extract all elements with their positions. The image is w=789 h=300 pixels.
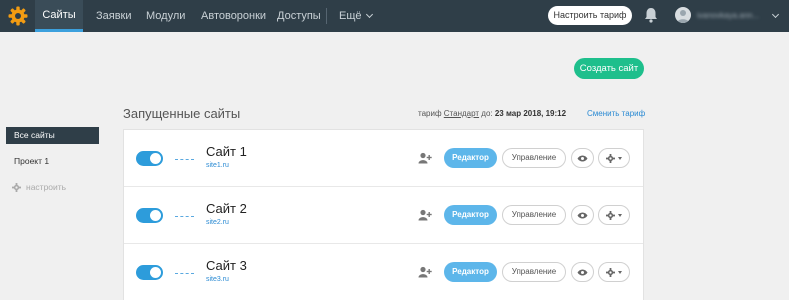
sidebar-item-project[interactable]: Проект 1 <box>14 156 49 166</box>
site-enabled-toggle[interactable] <box>136 265 163 280</box>
tariff-until-label: до: <box>481 109 493 118</box>
eye-icon <box>577 155 588 161</box>
chevron-down-icon[interactable] <box>771 10 780 19</box>
editor-button[interactable]: Редактор <box>444 148 497 168</box>
page-title: Запущенные сайты <box>123 106 241 121</box>
nav-tab-more[interactable]: Ещё <box>339 0 373 32</box>
site-name[interactable]: Сайт 3 <box>206 258 247 273</box>
site-dash-divider <box>175 216 194 217</box>
manage-button[interactable]: Управление <box>502 205 566 225</box>
site-settings-dropdown[interactable] <box>598 205 630 225</box>
tariff-label: тариф <box>418 109 442 118</box>
site-domain-link[interactable]: site1.ru <box>206 162 229 169</box>
tariff-date: 23 мар 2018, 19:12 <box>494 109 567 118</box>
site-dash-divider <box>175 273 194 274</box>
eye-icon <box>577 269 588 275</box>
site-name[interactable]: Сайт 2 <box>206 201 247 216</box>
caret-down-icon <box>618 213 622 217</box>
site-domain-link[interactable]: site2.ru <box>206 219 229 226</box>
preview-button[interactable] <box>571 262 594 282</box>
sites-list: Сайт 1 site1.ru Редактор Управление Сайт… <box>123 129 644 300</box>
site-settings-dropdown[interactable] <box>598 262 630 282</box>
add-user-icon[interactable] <box>418 209 432 221</box>
user-name[interactable]: ivanovkaya.ann... <box>697 0 759 32</box>
gear-icon <box>606 210 615 220</box>
preview-button[interactable] <box>571 205 594 225</box>
site-domain-link[interactable]: site3.ru <box>206 276 229 283</box>
gear-icon <box>12 182 21 192</box>
sidebar-item-all-sites[interactable]: Все сайты <box>6 127 99 144</box>
site-row: Сайт 2 site2.ru Редактор Управление <box>124 187 643 244</box>
nav-tab-label: Модули <box>146 10 186 22</box>
tariff-name-link[interactable]: Стандарт <box>444 109 479 118</box>
nav-tab-label: Автоворонки <box>201 10 267 22</box>
change-tariff-link[interactable]: Сменить тариф <box>587 109 645 118</box>
create-site-button[interactable]: Создать сайт <box>574 58 644 79</box>
gear-icon <box>606 267 615 277</box>
nav-tab-label: Доступы <box>277 10 321 22</box>
eye-icon <box>577 212 588 218</box>
nav-tab-label: Ещё <box>339 10 362 22</box>
sidebar-item-settings[interactable]: настроить <box>12 182 66 192</box>
manage-button[interactable]: Управление <box>502 262 566 282</box>
nav-tab-label: Заявки <box>96 10 132 22</box>
toggle-knob <box>150 267 161 278</box>
site-row: Сайт 1 site1.ru Редактор Управление <box>124 130 643 187</box>
nav-tab-requests[interactable]: Заявки <box>96 0 132 32</box>
top-navbar: Сайты Заявки Модули Автоворонки Доступы … <box>0 0 789 32</box>
editor-button[interactable]: Редактор <box>444 262 497 282</box>
nav-tab-sites[interactable]: Сайты <box>35 0 83 32</box>
nav-tab-label: Сайты <box>42 9 76 21</box>
site-settings-dropdown[interactable] <box>598 148 630 168</box>
site-enabled-toggle[interactable] <box>136 208 163 223</box>
nav-tab-modules[interactable]: Модули <box>146 0 185 32</box>
preview-button[interactable] <box>571 148 594 168</box>
add-user-icon[interactable] <box>418 266 432 278</box>
site-enabled-toggle[interactable] <box>136 151 163 166</box>
chevron-down-icon <box>365 10 373 19</box>
nav-tab-access[interactable]: Доступы <box>277 0 321 32</box>
configure-tariff-button[interactable]: Настроить тариф <box>548 6 632 25</box>
manage-button[interactable]: Управление <box>502 148 566 168</box>
toggle-knob <box>150 210 161 221</box>
tariff-info: тариф Стандарт до: 23 мар 2018, 19:12 <box>418 109 566 118</box>
editor-button[interactable]: Редактор <box>444 205 497 225</box>
gear-icon <box>606 153 615 163</box>
logo-icon[interactable] <box>8 6 28 26</box>
nav-tab-autofunnels[interactable]: Автоворонки <box>201 0 266 32</box>
toggle-knob <box>150 153 161 164</box>
user-avatar-icon[interactable] <box>675 7 691 23</box>
site-row: Сайт 3 site3.ru Редактор Управление <box>124 244 643 300</box>
site-name[interactable]: Сайт 1 <box>206 144 247 159</box>
caret-down-icon <box>618 156 622 160</box>
bell-icon[interactable] <box>644 7 658 23</box>
site-dash-divider <box>175 159 194 160</box>
nav-divider <box>326 8 327 24</box>
add-user-icon[interactable] <box>418 152 432 164</box>
caret-down-icon <box>618 270 622 274</box>
sidebar-item-label: настроить <box>26 182 67 192</box>
